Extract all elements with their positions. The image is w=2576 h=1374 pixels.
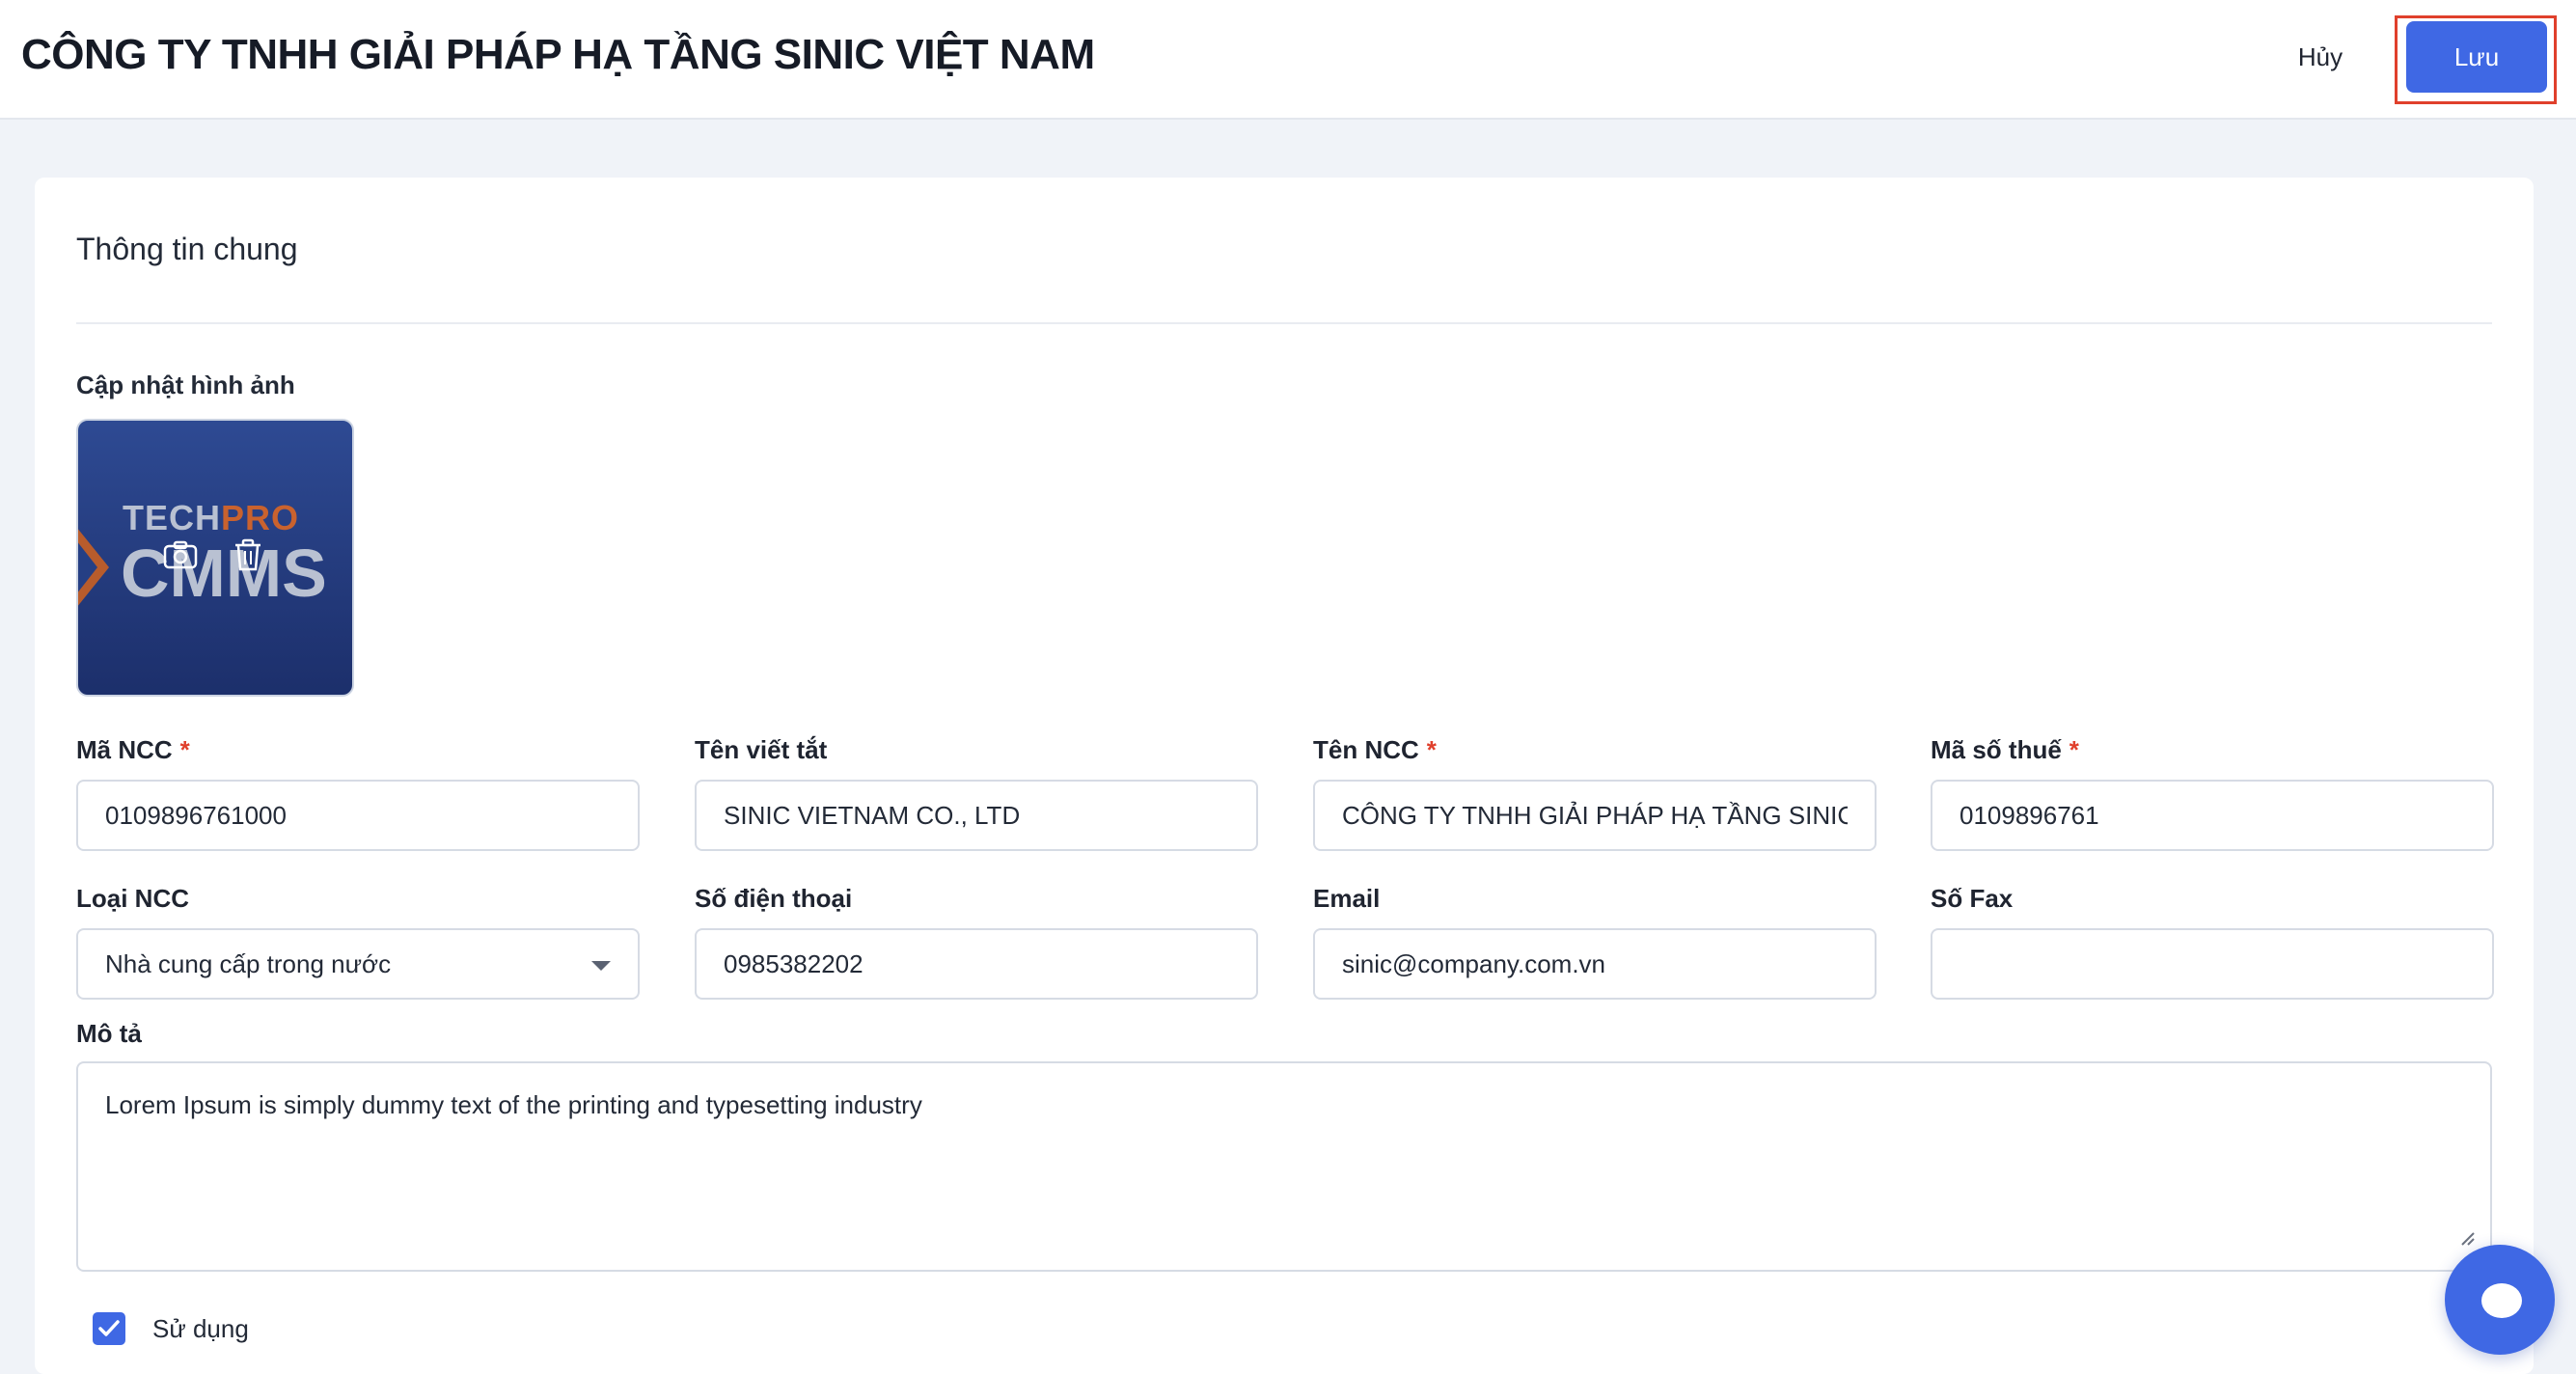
mo-ta-textarea[interactable]: Lorem Ipsum is simply dummy text of the … <box>76 1061 2492 1272</box>
camera-icon[interactable] <box>163 540 198 574</box>
so-dien-thoai-label: Số điện thoại <box>695 884 853 913</box>
image-upload-label: Cập nhật hình ảnh <box>76 371 295 399</box>
page-title: CÔNG TY TNHH GIẢI PHÁP HẠ TẦNG SINIC VIỆ… <box>21 31 1095 78</box>
ten-ncc-label: Tên NCC * <box>1313 735 1437 764</box>
su-dung-checkbox[interactable] <box>93 1312 125 1345</box>
ma-so-thue-input[interactable] <box>1931 780 2494 851</box>
ten-viet-tat-input[interactable] <box>695 780 1258 851</box>
chat-button[interactable] <box>2445 1245 2555 1355</box>
loai-ncc-select[interactable]: Nhà cung cấp trong nước <box>76 928 640 1000</box>
general-info-card: Thông tin chung Cập nhật hình ảnh TECHPR… <box>35 178 2534 1374</box>
loai-ncc-selected-value: Nhà cung cấp trong nước <box>105 949 392 978</box>
so-fax-input[interactable] <box>1931 928 2494 1000</box>
save-button[interactable]: Lưu <box>2406 21 2547 93</box>
ma-ncc-label: Mã NCC * <box>76 735 190 764</box>
top-bar: CÔNG TY TNHH GIẢI PHÁP HẠ TẦNG SINIC VIỆ… <box>0 0 2576 120</box>
section-divider <box>76 322 2492 324</box>
check-icon <box>98 1320 120 1336</box>
ma-ncc-input[interactable] <box>76 780 640 851</box>
ma-so-thue-label: Mã số thuế * <box>1931 735 2079 764</box>
email-input[interactable] <box>1313 928 1877 1000</box>
ten-ncc-input[interactable] <box>1313 780 1877 851</box>
trash-icon[interactable] <box>233 538 263 576</box>
ten-viet-tat-label: Tên viết tắt <box>695 735 828 764</box>
so-fax-label: Số Fax <box>1931 884 2014 913</box>
loai-ncc-label: Loại NCC <box>76 884 189 913</box>
section-title: Thông tin chung <box>76 232 298 266</box>
so-dien-thoai-input[interactable] <box>695 928 1258 1000</box>
cancel-button[interactable]: Hủy <box>2258 21 2383 93</box>
resize-handle-icon[interactable] <box>2458 1229 2476 1251</box>
su-dung-label: Sử dụng <box>152 1314 249 1343</box>
logo-wordmark-top: TECHPRO <box>123 498 300 537</box>
logo-wordmark-bottom: CMMS <box>121 536 327 611</box>
chevron-down-icon <box>591 961 611 971</box>
mo-ta-label: Mô tả <box>76 1019 142 1048</box>
email-label: Email <box>1313 884 1381 913</box>
logo-image-upload[interactable]: TECHPRO CMMS <box>76 419 354 697</box>
